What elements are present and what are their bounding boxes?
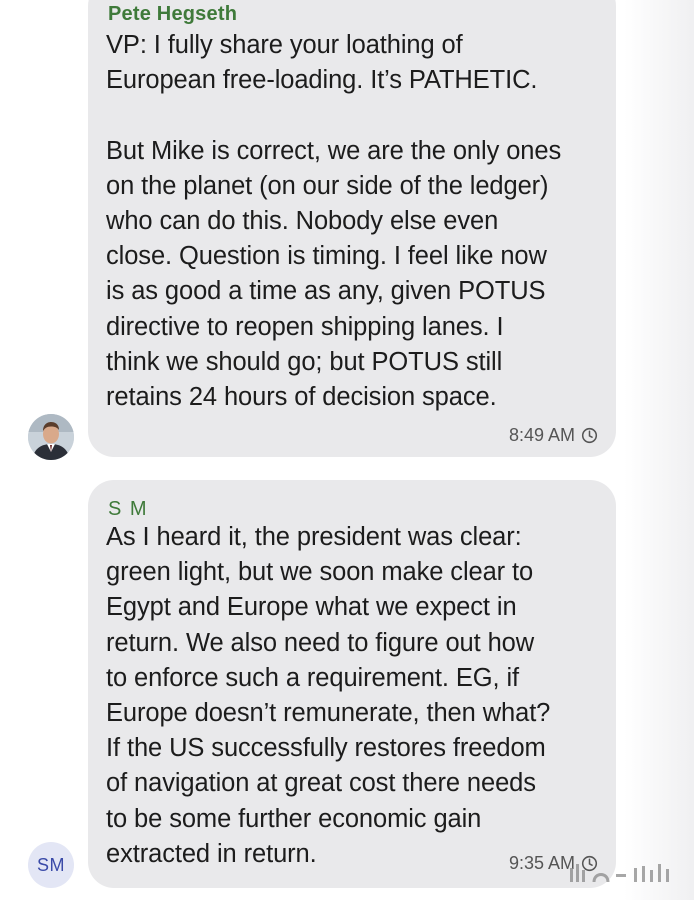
message-bubble-hegseth[interactable]: Pete Hegseth VP: I fully share your loat… — [88, 0, 616, 457]
edge-shading — [624, 0, 694, 900]
avatar-photo-icon — [28, 414, 74, 460]
message-bubble-sm[interactable]: S M As I heard it, the president was cle… — [88, 480, 616, 888]
message-text: VP: I fully share your loathing of Europ… — [106, 31, 562, 412]
sender-name[interactable]: Pete Hegseth — [108, 3, 237, 26]
message-text: As I heard it, the president was clear: … — [106, 523, 551, 868]
message-thread: Pete Hegseth VP: I fully share your loat… — [0, 0, 694, 900]
avatar-hegseth[interactable] — [28, 414, 74, 460]
message-time: 8:49 AM — [508, 425, 575, 445]
avatar-sm[interactable]: SM — [28, 842, 74, 888]
avatar-initials: SM — [37, 854, 65, 875]
watermark-icon — [570, 864, 669, 883]
sender-name[interactable]: S M — [108, 498, 148, 521]
clock-icon — [581, 427, 598, 444]
message-meta: 8:49 AM — [509, 425, 598, 446]
